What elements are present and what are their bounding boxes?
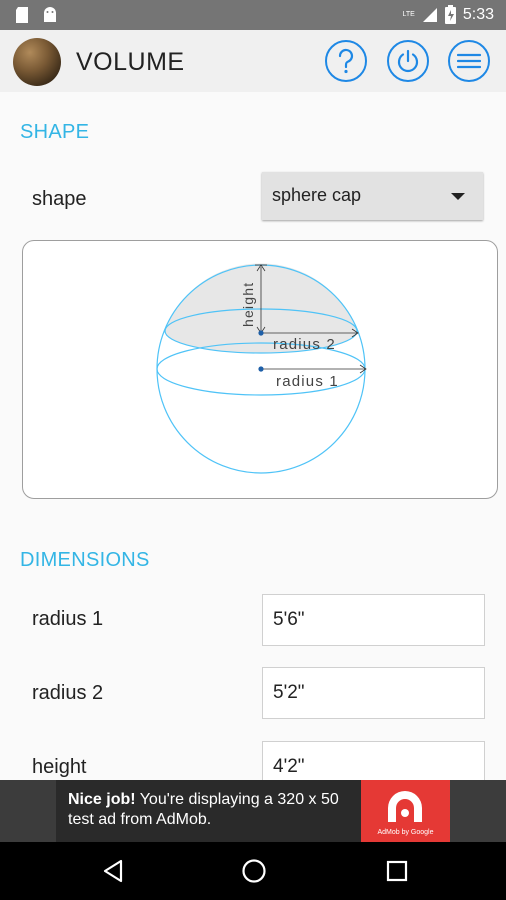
sphere-center-point	[258, 366, 264, 372]
shape-diagram: height radius 2 radius 1	[22, 240, 498, 499]
shape-dropdown[interactable]: sphere cap	[262, 172, 483, 220]
radius2-label: radius 2	[32, 682, 104, 704]
home-icon	[242, 859, 266, 883]
dropdown-arrow-icon	[451, 193, 465, 200]
ad-headline: Nice job!	[68, 791, 136, 808]
recents-icon	[386, 860, 408, 882]
shape-section-header: SHAPE	[20, 121, 90, 143]
app-logo-icon[interactable]	[13, 38, 61, 86]
battery-icon	[444, 5, 456, 24]
ad-banner[interactable]: Nice job! You're displaying a 320 x 50 t…	[0, 780, 506, 842]
radius2-value: 5'2"	[273, 682, 305, 703]
radius1-label: radius 1	[32, 608, 104, 630]
radius2-label: radius 2	[273, 336, 336, 353]
admob-caption: AdMob by Google	[377, 829, 434, 836]
signal-icon	[422, 7, 437, 22]
ad-inner[interactable]: Nice job! You're displaying a 320 x 50 t…	[56, 780, 450, 842]
home-button[interactable]	[240, 857, 268, 885]
back-button[interactable]	[99, 857, 127, 885]
radius1-label: radius 1	[276, 373, 339, 390]
sphere-cap-diagram: height radius 2 radius 1	[156, 263, 367, 474]
navigation-bar	[0, 842, 506, 900]
power-icon	[397, 49, 419, 73]
help-button[interactable]	[325, 40, 367, 82]
android-icon	[44, 7, 56, 22]
recents-button[interactable]	[383, 857, 411, 885]
radius2-input[interactable]: 5'2"	[262, 667, 485, 719]
shape-label: shape	[32, 188, 87, 210]
radius1-input[interactable]: 5'6"	[262, 594, 485, 646]
height-label: height	[32, 756, 87, 778]
height-input[interactable]: 4'2"	[262, 741, 485, 780]
admob-logo[interactable]: AdMob by Google	[361, 780, 450, 842]
power-button[interactable]	[387, 40, 429, 82]
app-title: VOLUME	[76, 48, 185, 76]
back-icon	[103, 859, 123, 883]
menu-icon	[457, 53, 481, 69]
action-bar: VOLUME	[0, 30, 506, 92]
help-icon	[338, 48, 354, 74]
height-label: height	[240, 282, 256, 327]
menu-button[interactable]	[448, 40, 490, 82]
height-value: 4'2"	[273, 756, 305, 777]
lte-label: LTE	[402, 11, 415, 18]
radius1-value: 5'6"	[273, 609, 305, 630]
status-bar: LTE 5:33	[0, 0, 506, 30]
shape-dropdown-value: sphere cap	[272, 185, 362, 205]
sd-card-icon	[16, 7, 28, 23]
ad-text: Nice job! You're displaying a 320 x 50 t…	[68, 790, 358, 830]
dimensions-section-header: DIMENSIONS	[20, 549, 150, 571]
cap-center-point	[258, 330, 264, 336]
clock: 5:33	[462, 5, 494, 23]
main-content[interactable]: SHAPE shape sphere cap height radius 2 r…	[0, 92, 506, 780]
